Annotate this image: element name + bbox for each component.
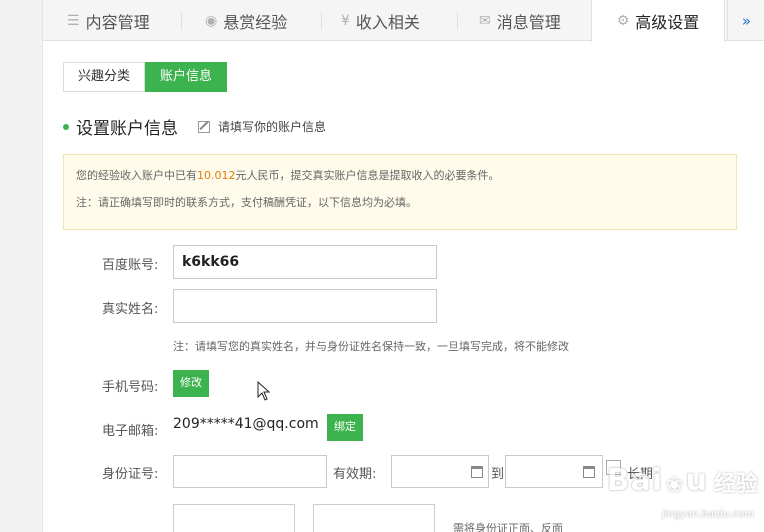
- watermark-url: jingyan.baidu.com: [661, 509, 754, 520]
- double-chevron-right-icon: »: [741, 11, 752, 30]
- edit-icon: [198, 120, 210, 133]
- email-value: 209*****41@qq.com: [173, 416, 319, 432]
- mail-icon: ✉: [479, 12, 491, 29]
- tab-content-management[interactable]: ☰ 内容管理: [67, 0, 150, 41]
- tab-label: 内容管理: [85, 12, 150, 32]
- email-bind-button[interactable]: 绑定: [327, 414, 363, 441]
- tab-label: 消息管理: [496, 12, 561, 32]
- coin-icon: ◉: [205, 12, 218, 29]
- watermark-logo: Bai: [606, 463, 664, 498]
- upload-note: 需将身份证正面、反面: [453, 522, 563, 532]
- id-number-input[interactable]: [173, 455, 327, 488]
- real-name-input[interactable]: [173, 289, 437, 323]
- baidu-account-label: 百度账号:: [102, 258, 159, 273]
- id-number-label: 身份证号:: [102, 467, 159, 482]
- notice-box: 您的经验收入账户中已有10.012元人民币，提交真实账户信息是提取收入的必要条件…: [63, 154, 737, 230]
- more-tabs-button[interactable]: »: [727, 0, 764, 41]
- real-name-note: 注：请填写您的真实姓名，并与身份证姓名保持一致，一旦填写完成，将不能修改: [173, 340, 569, 353]
- settings-panel: ☰ 内容管理 ◉ 悬赏经验 ¥ 收入相关 ✉ 消息管理 ⚙ 高级设置 » 兴趣分…: [42, 0, 764, 532]
- id-front-upload[interactable]: [173, 504, 295, 532]
- list-icon: ☰: [67, 12, 80, 29]
- phone-modify-button[interactable]: 修改: [173, 370, 209, 397]
- tab-income[interactable]: ¥ 收入相关: [341, 0, 420, 41]
- top-tab-bar: ☰ 内容管理 ◉ 悬赏经验 ¥ 收入相关 ✉ 消息管理 ⚙ 高级设置 »: [43, 0, 764, 42]
- sub-tabs: 兴趣分类 账户信息: [63, 62, 228, 92]
- baidu-account-input[interactable]: [173, 245, 437, 279]
- baidu-jingyan-watermark: Bai ❀ u 经验: [607, 463, 758, 498]
- calendar-icon[interactable]: [471, 466, 483, 478]
- tab-label: 高级设置: [635, 13, 700, 32]
- validity-label: 有效期:: [333, 467, 377, 482]
- yen-icon: ¥: [341, 12, 350, 29]
- income-amount: 10.012: [197, 169, 236, 182]
- email-label: 电子邮箱:: [102, 424, 159, 439]
- notice-line-1: 您的经验收入账户中已有10.012元人民币，提交真实账户信息是提取收入的必要条件…: [76, 169, 500, 182]
- section-title: 设置账户信息: [76, 119, 178, 139]
- watermark-logo-end: u: [685, 463, 708, 498]
- calendar-icon[interactable]: [583, 466, 595, 478]
- section-hint: 请填写你的账户信息: [218, 120, 327, 134]
- tab-message-management[interactable]: ✉ 消息管理: [479, 0, 561, 41]
- tab-label: 收入相关: [355, 12, 420, 32]
- section-header: 设置账户信息 请填写你的账户信息: [63, 114, 326, 139]
- subtab-interest-category[interactable]: 兴趣分类: [63, 62, 146, 92]
- real-name-label: 真实姓名:: [102, 302, 159, 317]
- bullet-dot-icon: [63, 123, 69, 130]
- mouse-cursor-icon: [257, 381, 271, 401]
- notice-line-2: 注：请正确填写即时的联系方式，支付稿酬凭证，以下信息均为必填。: [76, 196, 417, 209]
- tab-bounty-experience[interactable]: ◉ 悬赏经验: [205, 0, 287, 41]
- gear-icon: ⚙: [616, 13, 630, 29]
- paw-icon: ❀: [665, 473, 684, 498]
- tab-advanced-settings[interactable]: ⚙ 高级设置: [591, 0, 725, 42]
- watermark-text: 经验: [713, 472, 758, 497]
- phone-label: 手机号码:: [102, 380, 159, 395]
- tab-label: 悬赏经验: [223, 12, 288, 32]
- to-label: 到: [491, 467, 505, 482]
- id-back-upload[interactable]: [313, 504, 435, 532]
- subtab-account-info[interactable]: 账户信息: [145, 62, 228, 92]
